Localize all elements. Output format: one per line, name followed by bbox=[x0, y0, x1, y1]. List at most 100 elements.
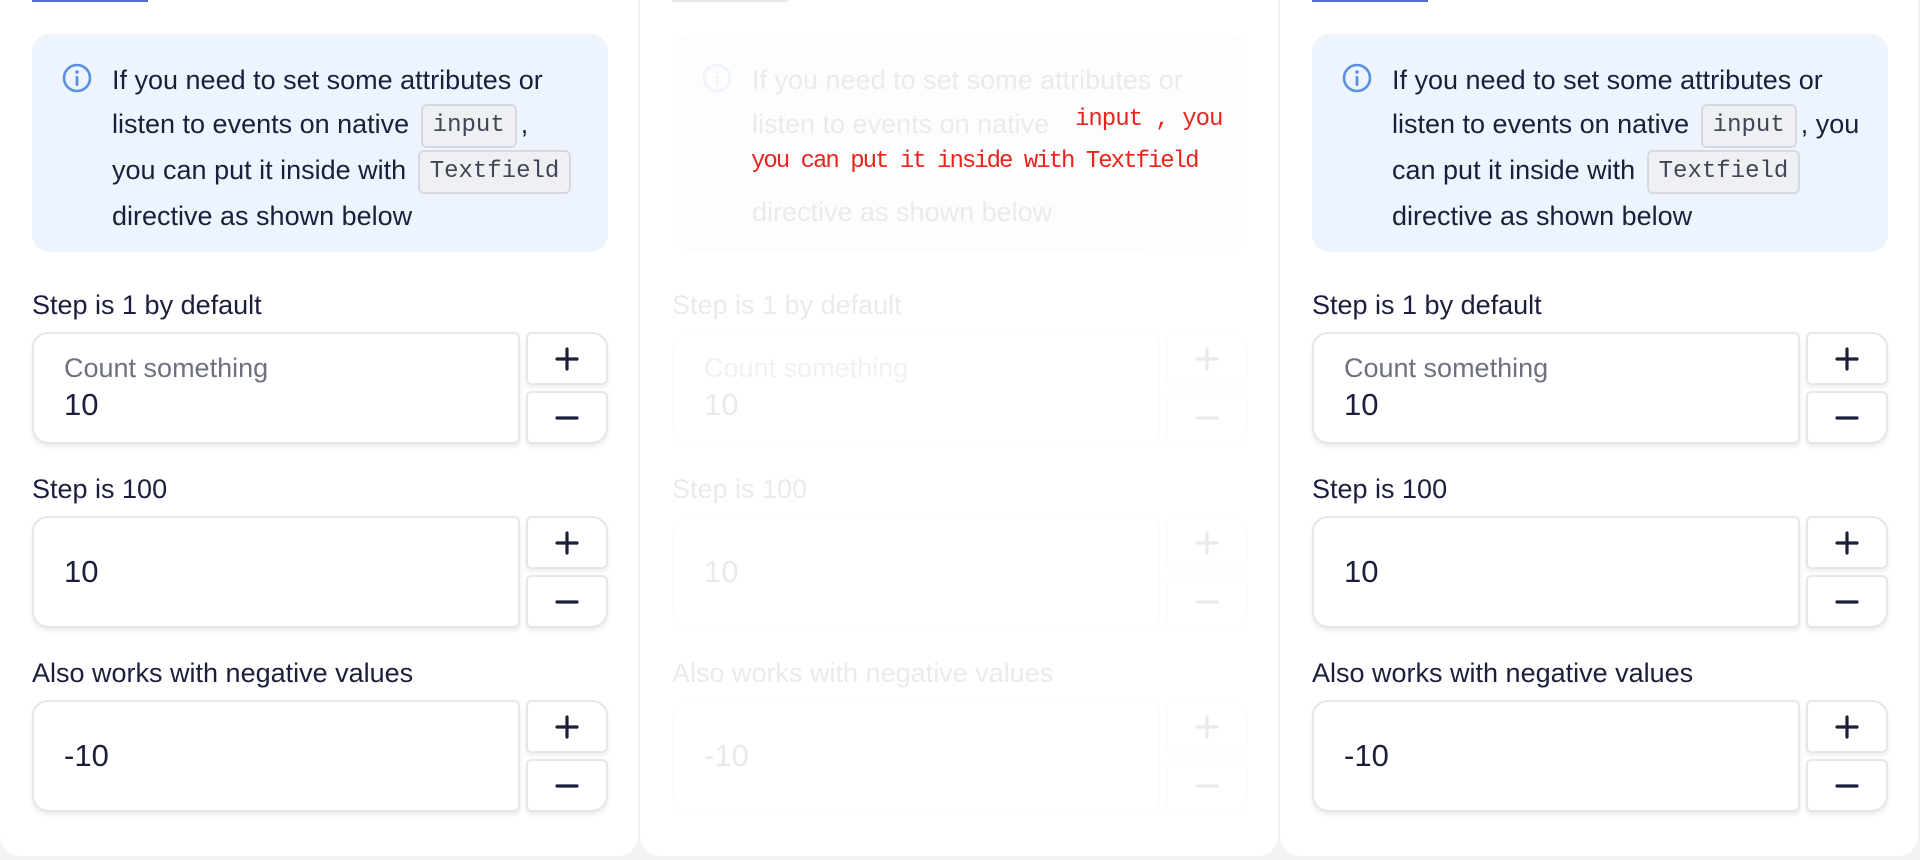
increment-button[interactable] bbox=[1806, 700, 1888, 753]
decrement-button[interactable] bbox=[526, 759, 608, 812]
notice-line-3 bbox=[752, 146, 1218, 190]
stepper-buttons bbox=[1166, 700, 1248, 812]
plus-icon bbox=[1835, 346, 1859, 371]
count-input: -10 bbox=[672, 700, 1160, 812]
active-tab-indicator bbox=[1312, 0, 1428, 2]
minus-icon bbox=[555, 599, 579, 604]
increment-button[interactable] bbox=[526, 516, 608, 569]
input-count: -10 bbox=[32, 700, 608, 812]
input-placeholder: Count something bbox=[1344, 353, 1549, 383]
count-input[interactable]: Count something 10 bbox=[1312, 332, 1800, 444]
notice-text: you can put it inside with bbox=[112, 154, 407, 185]
input-count: Count something 10 bbox=[32, 332, 608, 444]
decrement-button[interactable] bbox=[1806, 391, 1888, 444]
count-input[interactable]: -10 bbox=[32, 700, 520, 812]
stepper-label: Also works with negative values bbox=[672, 658, 1054, 688]
notice-text: listen to events on native bbox=[112, 109, 410, 139]
notice-line-3: you can put it inside with Textfield bbox=[112, 148, 578, 194]
stepper-buttons bbox=[526, 332, 608, 444]
count-input[interactable]: Count something 10 bbox=[32, 332, 520, 444]
input-count: 10 bbox=[672, 516, 1248, 628]
example-panel-1: If you need to set some attributes or li… bbox=[0, 0, 638, 856]
stepper-buttons bbox=[526, 700, 608, 812]
notice-line-2: listen to events on native input, bbox=[112, 102, 578, 148]
stepper-buttons bbox=[1806, 700, 1888, 812]
example-panel-3: If you need to set some attributes or li… bbox=[1280, 0, 1918, 856]
minus-icon bbox=[1835, 783, 1859, 788]
count-input[interactable]: -10 bbox=[1312, 700, 1800, 812]
plus-icon bbox=[1195, 346, 1219, 371]
plus-icon bbox=[1195, 714, 1219, 739]
plus-icon bbox=[555, 714, 579, 739]
increment-button[interactable] bbox=[526, 700, 608, 753]
stepper-label: Step is 1 by default bbox=[1312, 290, 1542, 320]
code-textfield: Textfield bbox=[417, 149, 572, 194]
input-value: 10 bbox=[704, 387, 739, 422]
notice-text: listen to events on native bbox=[1392, 109, 1690, 139]
info-notice: If you need to set some attributes or li… bbox=[1312, 34, 1888, 252]
input-count: Count something 10 bbox=[672, 332, 1248, 444]
plus-icon bbox=[1835, 714, 1859, 739]
stepper-label: Step is 100 bbox=[672, 474, 808, 504]
input-placeholder: Count something bbox=[64, 353, 269, 383]
increment-button bbox=[1166, 516, 1248, 569]
decrement-button bbox=[1166, 759, 1248, 812]
stepper-label: Also works with negative values bbox=[32, 658, 414, 688]
notice-line-4: directive as shown below bbox=[752, 197, 1053, 227]
minus-icon bbox=[1195, 415, 1219, 420]
input-count: -10 bbox=[672, 700, 1248, 812]
code-textfield: Textfield bbox=[1646, 149, 1801, 194]
input-value: -10 bbox=[704, 738, 749, 773]
notice-line-4: directive as shown below bbox=[1392, 200, 1693, 231]
stepper-buttons bbox=[1806, 332, 1888, 444]
info-notice: If you need to set some attributes or li… bbox=[672, 34, 1248, 252]
stepper-buttons bbox=[1166, 516, 1248, 628]
info-notice: If you need to set some attributes or li… bbox=[32, 34, 608, 252]
input-count: -10 bbox=[1312, 700, 1888, 812]
count-input: Count something 10 bbox=[672, 332, 1160, 444]
code-input: input bbox=[1700, 103, 1797, 148]
stepper-label: Step is 1 by default bbox=[32, 290, 262, 320]
notice-line-1: If you need to set some attributes or bbox=[752, 65, 1183, 95]
minus-icon bbox=[1835, 599, 1859, 604]
input-value: 10 bbox=[64, 387, 99, 422]
input-value: 10 bbox=[704, 554, 739, 589]
increment-button bbox=[1166, 332, 1248, 385]
tab-indicator bbox=[672, 0, 788, 2]
input-value: -10 bbox=[1344, 738, 1389, 773]
decrement-button bbox=[1166, 575, 1248, 628]
stepper-label: Step is 100 bbox=[32, 474, 168, 504]
count-input[interactable]: 10 bbox=[32, 516, 520, 628]
plus-icon bbox=[1835, 530, 1859, 555]
increment-button[interactable] bbox=[1806, 332, 1888, 385]
input-count: 10 bbox=[32, 516, 608, 628]
minus-icon bbox=[1195, 783, 1219, 788]
decrement-button bbox=[1166, 391, 1248, 444]
decrement-button[interactable] bbox=[1806, 759, 1888, 812]
increment-button bbox=[1166, 700, 1248, 753]
info-icon bbox=[702, 63, 732, 93]
count-input[interactable]: 10 bbox=[1312, 516, 1800, 628]
count-input: 10 bbox=[672, 516, 1160, 628]
stepper-label: Also works with negative values bbox=[1312, 658, 1694, 688]
input-value: 10 bbox=[64, 554, 99, 589]
decrement-button[interactable] bbox=[526, 575, 608, 628]
input-count: Count something 10 bbox=[1312, 332, 1888, 444]
decrement-button[interactable] bbox=[1806, 575, 1888, 628]
minus-icon bbox=[555, 415, 579, 420]
active-tab-indicator bbox=[32, 0, 148, 2]
notice-line-3: can put it inside with Textfield bbox=[1392, 148, 1858, 194]
info-icon bbox=[62, 63, 92, 93]
plus-icon bbox=[555, 530, 579, 555]
plus-icon bbox=[555, 346, 579, 371]
minus-icon bbox=[1835, 415, 1859, 420]
stage: If you need to set some attributes or li… bbox=[0, 0, 1920, 860]
notice-line-4: directive as shown below bbox=[112, 200, 413, 231]
minus-icon bbox=[1195, 599, 1219, 604]
notice-line-2: listen to events on native bbox=[752, 109, 1050, 139]
increment-button[interactable] bbox=[526, 332, 608, 385]
increment-button[interactable] bbox=[1806, 516, 1888, 569]
input-placeholder: Count something bbox=[704, 353, 909, 383]
decrement-button[interactable] bbox=[526, 391, 608, 444]
input-value: -10 bbox=[64, 738, 109, 773]
